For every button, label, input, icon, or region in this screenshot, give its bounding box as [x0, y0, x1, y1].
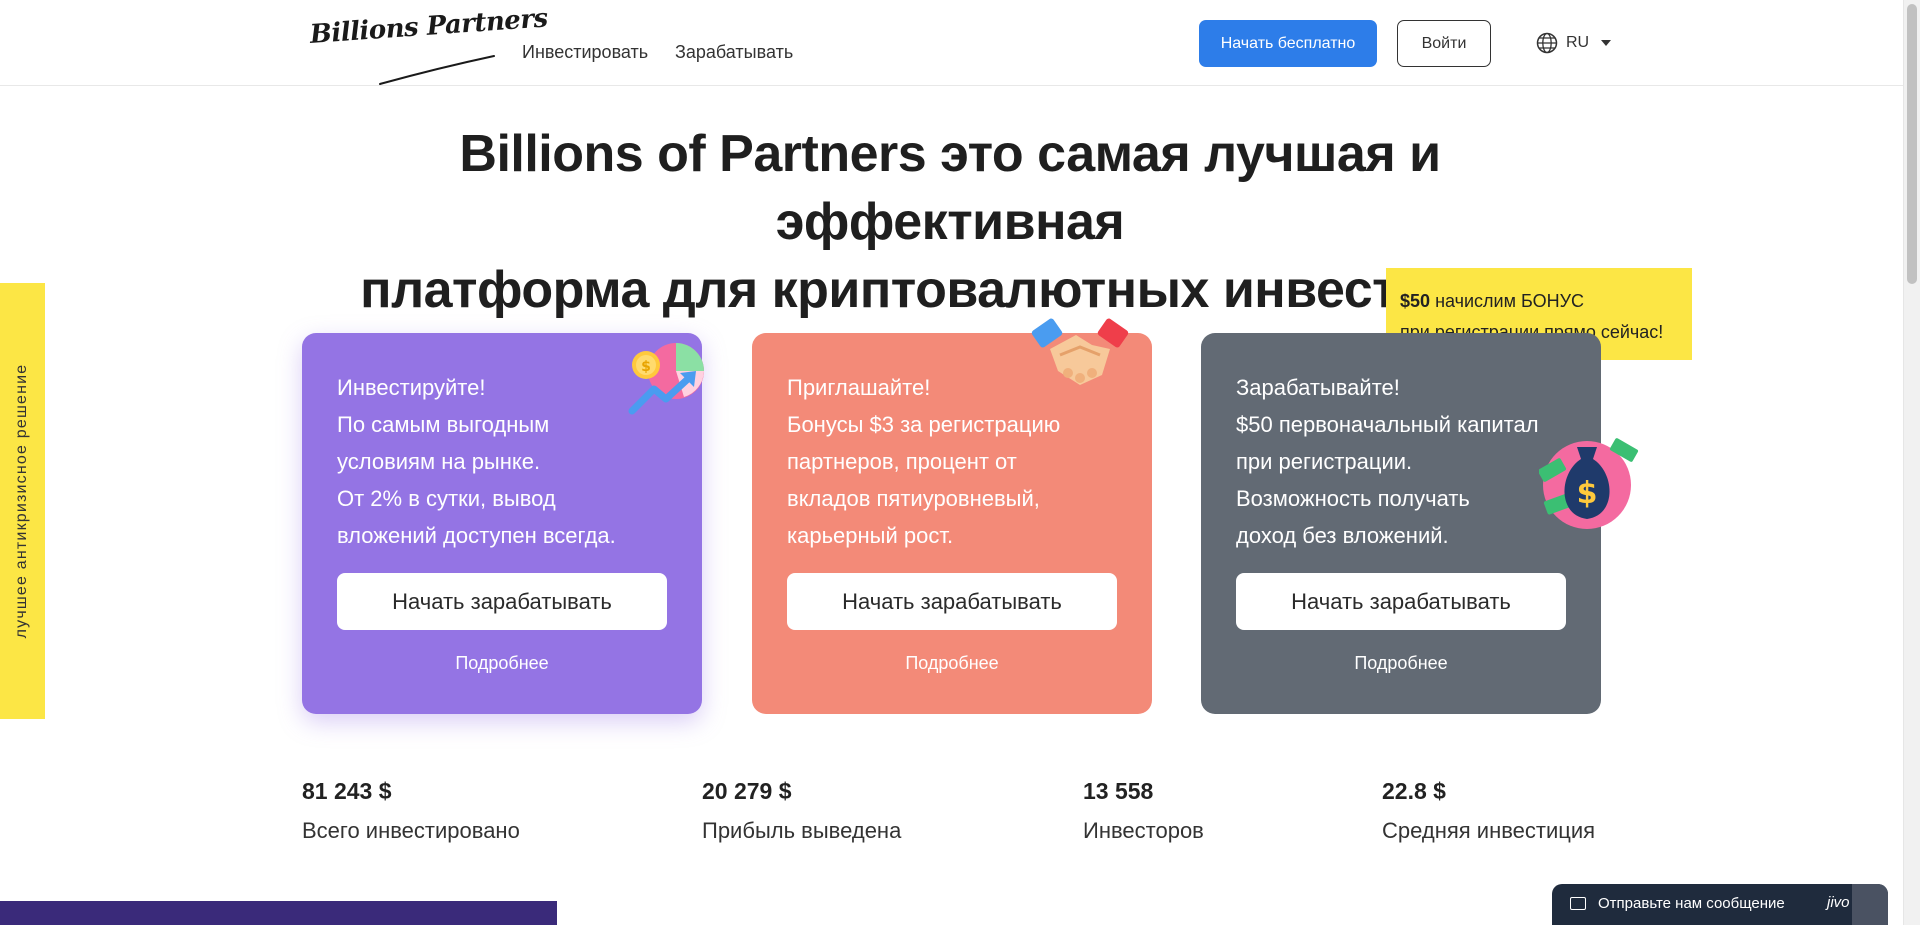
card-earn-start-button[interactable]: Начать зарабатывать: [1236, 573, 1566, 630]
login-button[interactable]: Войти: [1397, 20, 1491, 67]
chevron-down-icon: [1601, 40, 1612, 46]
card-earn-text: Зарабатывайте! $50 первоначальный капита…: [1236, 369, 1576, 554]
stat-label: Всего инвестировано: [302, 818, 520, 843]
side-tab[interactable]: лучшее антикризисное решение: [0, 283, 45, 719]
stat-label: Инвесторов: [1083, 818, 1204, 843]
stat-value: 81 243 $: [302, 778, 392, 804]
next-section-preview: [0, 901, 557, 925]
page-title-line-2: платформа для криптовалютных инвестиций!: [360, 261, 1540, 319]
stat-label: Средняя инвестиция: [1382, 818, 1596, 843]
nav-earn[interactable]: Зарабатывать: [675, 42, 793, 63]
stat-value: 20 279 $: [702, 778, 792, 804]
stat-value: 22.8 $: [1382, 778, 1446, 804]
handshake-icon: [1031, 318, 1129, 385]
card-invite-line: партнеров, процент от: [787, 449, 1017, 474]
card-invest-line: условиям на рынке.: [337, 449, 541, 474]
bonus-amount: $50: [1400, 291, 1431, 311]
chat-widget[interactable]: Отправьте нам сообщение jivo: [1552, 884, 1888, 925]
logo-swoosh-icon: [379, 55, 495, 85]
language-selector[interactable]: RU: [1536, 32, 1612, 54]
logo[interactable]: Billions Partners: [308, 3, 549, 85]
card-invest-line: От 2% в сутки, вывод: [337, 486, 556, 511]
chat-brand-logo: jivo: [1827, 894, 1850, 911]
stat-value: 13 558: [1083, 778, 1154, 804]
card-invite-line: карьерный рост.: [787, 523, 954, 548]
start-free-button[interactable]: Начать бесплатно: [1199, 20, 1377, 67]
logo-text: Billions Partners: [308, 3, 549, 50]
bonus-line-1: начислим БОНУС: [1435, 291, 1585, 311]
page-title-line-1: Billions of Partners это самая лучшая и …: [459, 125, 1441, 251]
stat-investors: 13 558 Инвесторов: [1083, 778, 1204, 844]
card-invest-more-link[interactable]: Подробнее: [302, 653, 702, 674]
card-invest: Инвестируйте! По самым выгодным условиям…: [302, 333, 704, 714]
card-earn: Зарабатывайте! $50 первоначальный капита…: [1201, 333, 1639, 714]
globe-icon: [1536, 32, 1558, 54]
nav-invest[interactable]: Инвестировать: [522, 42, 648, 63]
stat-label: Прибыль выведена: [702, 818, 902, 843]
money-bag-icon: $: [1539, 438, 1639, 529]
card-invite-line: вкладов пятиуровневый,: [787, 486, 1040, 511]
card-invite-line: Бонусы $3 за регистрацию: [787, 412, 1061, 437]
card-invest-start-button[interactable]: Начать зарабатывать: [337, 573, 667, 630]
language-label: RU: [1566, 34, 1590, 51]
mail-icon: [1570, 897, 1586, 910]
card-earn-line: доход без вложений.: [1236, 523, 1449, 548]
card-earn-line: Возможность получать: [1236, 486, 1470, 511]
card-earn-title: Зарабатывайте!: [1236, 375, 1400, 400]
card-invite-text: Приглашайте! Бонусы $3 за регистрацию па…: [787, 369, 1127, 554]
card-invite-more-link[interactable]: Подробнее: [752, 653, 1152, 674]
chart-growth-icon: $: [628, 343, 704, 415]
stat-total-invested: 81 243 $ Всего инвестировано: [302, 778, 520, 844]
scrollbar-thumb[interactable]: [1907, 4, 1917, 284]
card-invite: Приглашайте! Бонусы $3 за регистрацию па…: [752, 318, 1152, 714]
page-scrollbar[interactable]: [1903, 0, 1920, 925]
card-earn-more-link[interactable]: Подробнее: [1201, 653, 1601, 674]
chat-widget-label: Отправьте нам сообщение: [1598, 895, 1785, 912]
card-earn-line: $50 первоначальный капитал: [1236, 412, 1539, 437]
svg-text:$: $: [1577, 476, 1598, 511]
side-tab-label: лучшее антикризисное решение: [13, 363, 30, 639]
chat-widget-corner: [1852, 884, 1888, 925]
svg-text:$: $: [641, 359, 651, 375]
card-earn-line: при регистрации.: [1236, 449, 1413, 474]
card-invite-start-button[interactable]: Начать зарабатывать: [787, 573, 1117, 630]
site-header: Billions Partners Инвестировать Зарабаты…: [0, 0, 1903, 86]
stat-profit-withdrawn: 20 279 $ Прибыль выведена: [702, 778, 901, 844]
stat-average-investment: 22.8 $ Средняя инвестиция: [1382, 778, 1595, 844]
card-invest-line: вложений доступен всегда.: [337, 523, 616, 548]
